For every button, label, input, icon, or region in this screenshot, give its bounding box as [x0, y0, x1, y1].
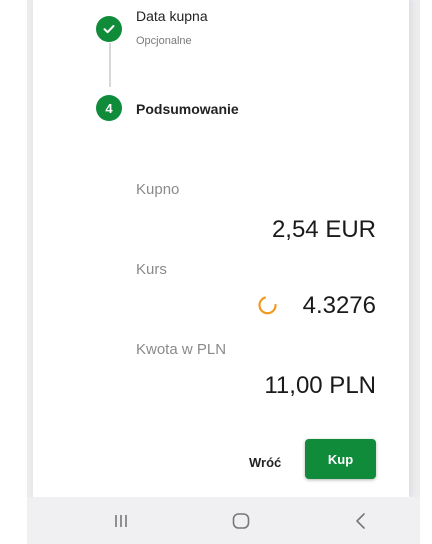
buy-label: Kupno: [136, 181, 180, 198]
loading-spinner-icon: [258, 296, 277, 315]
rate-value: 4.3276: [302, 292, 376, 319]
home-icon[interactable]: [229, 509, 253, 533]
buy-button[interactable]: Kup: [305, 439, 376, 479]
recent-apps-icon[interactable]: [109, 509, 133, 533]
back-icon[interactable]: [349, 509, 373, 533]
step-completed-check-icon: [96, 16, 122, 42]
order-card: [33, 0, 409, 497]
amount-label: Kwota w PLN: [136, 341, 227, 358]
system-navigation-bar: [27, 497, 420, 544]
step-number-badge: 4: [96, 95, 122, 121]
step-date-title[interactable]: Data kupna: [136, 8, 208, 24]
step-date-subtitle: Opcjonalne: [136, 35, 192, 47]
rate-label: Kurs: [136, 261, 167, 278]
step-number: 4: [105, 100, 113, 116]
back-button[interactable]: Wróć: [245, 450, 285, 476]
amount-value: 11,00 PLN: [264, 372, 376, 399]
screen: Data kupna Opcjonalne 4 Podsumowanie Kup…: [0, 0, 432, 544]
buy-value: 2,54 EUR: [271, 216, 376, 243]
step-connector-line: [109, 43, 111, 87]
step-summary-title: Podsumowanie: [136, 101, 239, 117]
